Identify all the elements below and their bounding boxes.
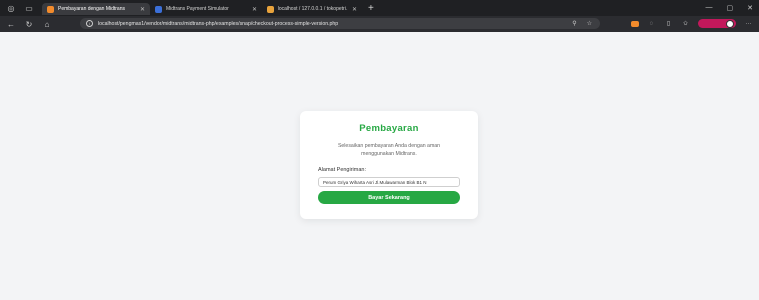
tab-close-icon[interactable]: ✕ xyxy=(136,6,145,13)
extensions-puzzle-icon[interactable]: ◌ xyxy=(647,19,656,28)
minimize-icon[interactable]: — xyxy=(706,4,713,12)
back-icon[interactable]: ← xyxy=(4,20,18,29)
tab-favicon-icon xyxy=(155,5,162,13)
payment-card: Pembayaran Selesaikan pembayaran Anda de… xyxy=(300,111,478,219)
address-input[interactable]: Perum Griya Wiharta Asri Jl.Mulawarman B… xyxy=(318,177,460,187)
zoom-icon[interactable]: ⚲ xyxy=(572,20,576,27)
reload-icon[interactable]: ↻ xyxy=(22,20,36,29)
pay-now-button[interactable]: Bayar Sekarang xyxy=(318,191,460,204)
split-screen-icon[interactable]: ▯ xyxy=(664,19,673,28)
favorites-icon[interactable]: ✩ xyxy=(681,19,690,28)
page-title: Pembayaran xyxy=(359,123,419,134)
close-window-icon[interactable]: ✕ xyxy=(747,4,753,12)
home-icon[interactable]: ⌂ xyxy=(40,20,54,29)
browser-tools: ◌ ▯ ✩ ··· xyxy=(630,19,753,28)
tab-title: Pembayaran dengan Midtrans xyxy=(58,6,125,12)
restore-icon[interactable]: ▢ xyxy=(727,4,734,12)
tab-close-icon[interactable]: ✕ xyxy=(348,6,357,13)
tab-favicon-icon xyxy=(267,5,274,13)
extension-icon[interactable] xyxy=(630,19,639,28)
window-menu-icon[interactable]: ◎ xyxy=(4,1,18,15)
tab-title: localhost / 127.0.0.1 / tokopetri… xyxy=(277,6,348,12)
site-info-icon[interactable]: i xyxy=(86,20,93,27)
tab-title: Midtrans Payment Simulator xyxy=(166,6,229,12)
tab-strip: ◎ ▭ Pembayaran dengan Midtrans ✕ Midtran… xyxy=(0,0,759,16)
new-tab-icon[interactable]: + xyxy=(368,3,374,14)
tab-simulator[interactable]: Midtrans Payment Simulator ✕ xyxy=(150,3,262,15)
tab-phpmyadmin[interactable]: localhost / 127.0.0.1 / tokopetri… ✕ xyxy=(262,3,362,15)
tab-pembayaran[interactable]: Pembayaran dengan Midtrans ✕ xyxy=(42,3,150,15)
tab-favicon-icon xyxy=(47,5,54,13)
address-label: Alamat Pengiriman: xyxy=(318,167,366,173)
avatar xyxy=(726,19,734,28)
tab-actions-icon[interactable]: ▭ xyxy=(22,1,36,15)
more-options-icon[interactable]: ··· xyxy=(744,19,753,28)
url-text: localhost/pengmas1/vendor/midtrans/midtr… xyxy=(98,20,339,27)
address-bar[interactable]: i localhost/pengmas1/vendor/midtrans/mid… xyxy=(80,18,600,29)
tab-close-icon[interactable]: ✕ xyxy=(248,6,257,13)
favorite-star-icon[interactable]: ☆ xyxy=(587,20,592,27)
profile-button[interactable] xyxy=(698,19,736,28)
window-controls: — ▢ ✕ xyxy=(706,4,759,12)
payment-description: Selesaikan pembayaran Anda dengan aman m… xyxy=(337,143,441,157)
address-toolbar: ← ↻ ⌂ i localhost/pengmas1/vendor/midtra… xyxy=(0,16,759,32)
